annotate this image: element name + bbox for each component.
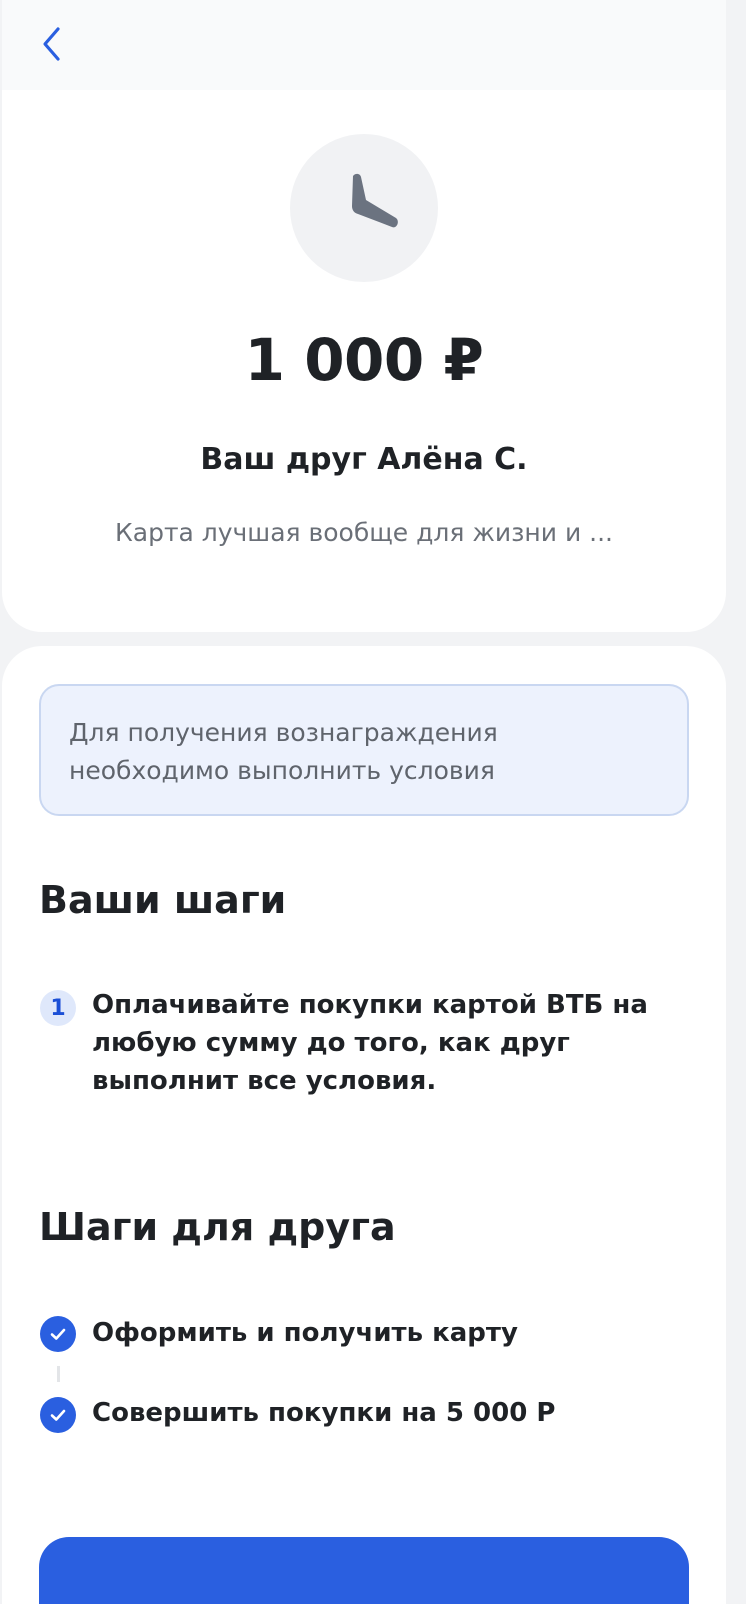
reward-amount: 1 000 ₽ [244,326,484,394]
conditions-card: Для получения вознаграждения необходимо … [2,646,726,1604]
check-icon [50,1409,66,1421]
your-steps-title: Ваши шаги [39,878,287,922]
info-banner: Для получения вознаграждения необходимо … [39,684,689,816]
check-icon [50,1328,66,1340]
referral-reward-screen: 1 000 ₽ Ваш друг Алёна С. Карта лучшая в… [0,0,746,1604]
primary-action-button[interactable] [39,1537,689,1604]
reward-summary-card: 1 000 ₽ Ваш друг Алёна С. Карта лучшая в… [2,0,726,632]
step-connector [57,1366,60,1382]
step-done-badge [40,1316,76,1352]
step-done-badge [40,1397,76,1433]
pending-status-circle [290,134,438,282]
back-button[interactable] [30,22,74,66]
friend-step-text: Оформить и получить карту [92,1318,518,1348]
clock-icon [352,173,398,228]
friend-comment: Карта лучшая вообще для жизни и ... [115,518,613,547]
friend-step-text: Совершить покупки на 5 000 Р [92,1398,556,1428]
top-bar [2,0,726,90]
your-step-text: Оплачивайте покупки картой ВТБ на любую … [92,990,648,1096]
step-number-badge: 1 [40,990,76,1026]
chevron-left-icon [43,27,60,61]
friend-name: Ваш друг Алёна С. [200,442,528,477]
friend-steps-title: Шаги для друга [39,1205,396,1249]
info-banner-line-2: необходимо выполнить условия [69,756,495,785]
info-banner-line-1: Для получения вознаграждения [69,718,498,747]
